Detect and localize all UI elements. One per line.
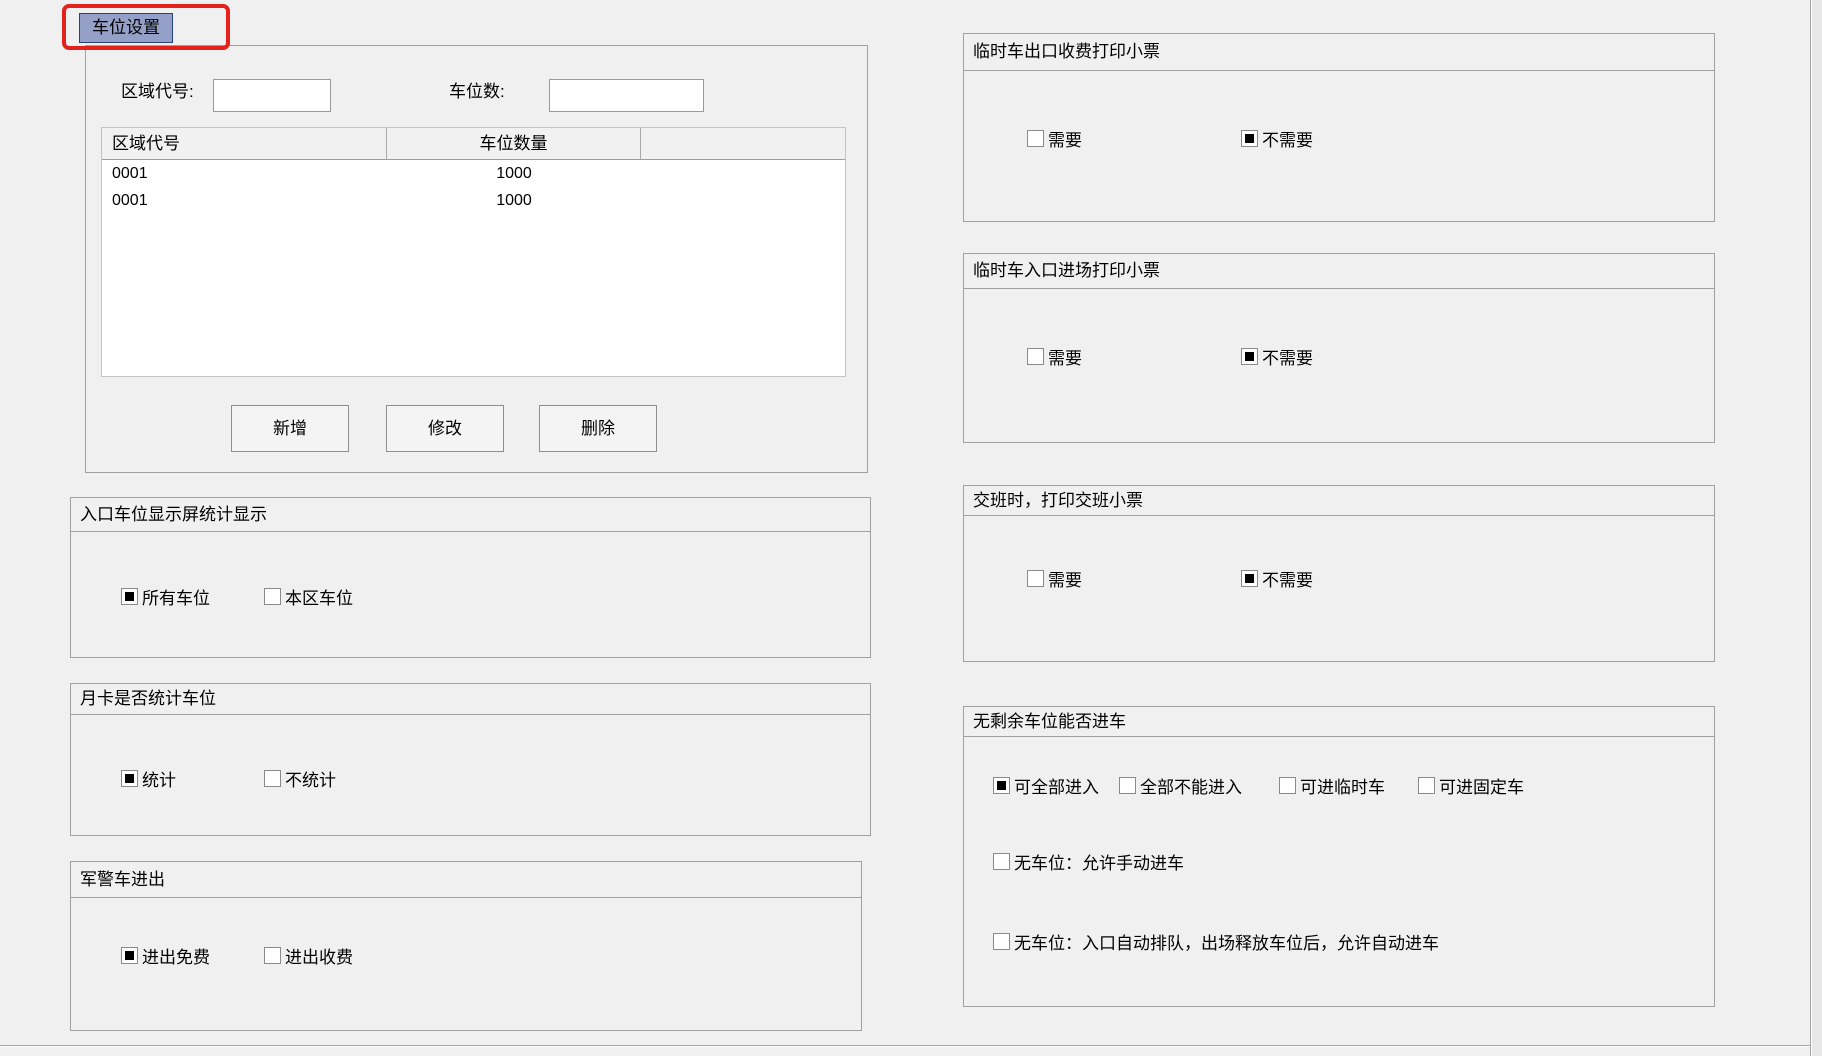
tab-parking-space-settings[interactable]: 车位设置 (79, 13, 173, 43)
checkbox-not-count[interactable] (264, 770, 281, 787)
area-code-panel: 区域代号: 车位数: 区域代号 车位数量 0001 1000 0001 1000… (85, 45, 868, 473)
area-code-table: 区域代号 车位数量 0001 1000 0001 1000 (101, 127, 846, 377)
option-all-can-enter[interactable]: 可全部进入 (993, 773, 1099, 798)
group-title: 无剩余车位能否进车 (964, 707, 1714, 737)
option-no-need[interactable]: 不需要 (1241, 344, 1313, 369)
option-label: 不需要 (1262, 566, 1313, 591)
option-label: 可全部进入 (1014, 773, 1099, 798)
option-label: 需要 (1048, 344, 1082, 369)
checkbox-all-can-enter[interactable] (993, 777, 1010, 794)
column-header-space-count[interactable]: 车位数量 (387, 128, 641, 160)
group-title: 军警车进出 (71, 862, 861, 898)
checkbox-charged-in-out[interactable] (264, 947, 281, 964)
option-temp-cars-can-enter[interactable]: 可进临时车 (1279, 773, 1385, 798)
option-label: 进出收费 (285, 943, 353, 968)
column-header-empty[interactable] (641, 128, 845, 160)
option-label: 可进临时车 (1300, 773, 1385, 798)
group-title: 月卡是否统计车位 (71, 684, 870, 715)
option-free-in-out[interactable]: 进出免费 (121, 943, 210, 968)
option-label: 不需要 (1262, 126, 1313, 151)
checkbox-count[interactable] (121, 770, 138, 787)
table-row[interactable]: 0001 1000 (102, 187, 845, 214)
option-label: 需要 (1048, 126, 1082, 151)
window-bottom-highlight (0, 1046, 1810, 1047)
group-title: 临时车出口收费打印小票 (964, 34, 1714, 71)
space-count-label: 车位数: (449, 77, 505, 102)
checkbox-fixed-cars-can-enter[interactable] (1418, 777, 1435, 794)
checkbox-need[interactable] (1027, 130, 1044, 147)
checkbox-all-spaces[interactable] (121, 588, 138, 605)
table-row[interactable]: 0001 1000 (102, 160, 845, 187)
option-manual-entry-allowed[interactable]: 无车位：允许手动进车 (993, 849, 1184, 874)
checkbox-free-in-out[interactable] (121, 947, 138, 964)
option-no-need[interactable]: 不需要 (1241, 126, 1313, 151)
option-need[interactable]: 需要 (1027, 126, 1082, 151)
group-title: 临时车入口进场打印小票 (964, 254, 1714, 289)
option-label: 无车位：入口自动排队，出场释放车位后，允许自动进车 (1014, 929, 1439, 954)
option-not-count[interactable]: 不统计 (264, 766, 336, 791)
option-charged-in-out[interactable]: 进出收费 (264, 943, 353, 968)
checkbox-no-need[interactable] (1241, 130, 1258, 147)
option-label: 无车位：允许手动进车 (1014, 849, 1184, 874)
checkbox-this-area-spaces[interactable] (264, 588, 281, 605)
military-police-group: 军警车进出 进出免费 进出收费 (70, 861, 862, 1031)
option-label: 统计 (142, 766, 176, 791)
option-need[interactable]: 需要 (1027, 566, 1082, 591)
option-this-area-spaces[interactable]: 本区车位 (264, 584, 353, 609)
area-code-label: 区域代号: (121, 77, 194, 102)
column-header-area-code[interactable]: 区域代号 (102, 128, 387, 160)
cell-area-code: 0001 (102, 160, 387, 187)
option-label: 需要 (1048, 566, 1082, 591)
option-all-spaces[interactable]: 所有车位 (121, 584, 210, 609)
add-button[interactable]: 新增 (231, 405, 349, 452)
checkbox-need[interactable] (1027, 348, 1044, 365)
option-none-can-enter[interactable]: 全部不能进入 (1119, 773, 1242, 798)
checkbox-temp-cars-can-enter[interactable] (1279, 777, 1296, 794)
cell-space-count: 1000 (387, 160, 641, 187)
delete-button[interactable]: 删除 (539, 405, 657, 452)
checkbox-need[interactable] (1027, 570, 1044, 587)
option-label: 本区车位 (285, 584, 353, 609)
option-label: 不需要 (1262, 344, 1313, 369)
option-need[interactable]: 需要 (1027, 344, 1082, 369)
option-no-need[interactable]: 不需要 (1241, 566, 1313, 591)
checkbox-no-need[interactable] (1241, 348, 1258, 365)
cell-area-code: 0001 (102, 187, 387, 214)
group-title: 交班时，打印交班小票 (964, 486, 1714, 516)
checkbox-no-need[interactable] (1241, 570, 1258, 587)
temp-exit-ticket-group: 临时车出口收费打印小票 需要 不需要 (963, 33, 1715, 222)
no-space-entry-group: 无剩余车位能否进车 可全部进入 全部不能进入 可进临时车 可进固定车 无车位：允… (963, 706, 1715, 1007)
cell-space-count: 1000 (387, 187, 641, 214)
option-label: 所有车位 (142, 584, 210, 609)
entry-display-group: 入口车位显示屏统计显示 所有车位 本区车位 (70, 497, 871, 658)
option-fixed-cars-can-enter[interactable]: 可进固定车 (1418, 773, 1524, 798)
checkbox-none-can-enter[interactable] (1119, 777, 1136, 794)
table-header-row: 区域代号 车位数量 (102, 128, 845, 160)
modify-button[interactable]: 修改 (386, 405, 504, 452)
temp-entry-ticket-group: 临时车入口进场打印小票 需要 不需要 (963, 253, 1715, 443)
area-code-input[interactable] (213, 79, 331, 112)
checkbox-manual-entry-allowed[interactable] (993, 853, 1010, 870)
group-title: 入口车位显示屏统计显示 (71, 498, 870, 532)
option-count[interactable]: 统计 (121, 766, 176, 791)
checkbox-auto-queue-entry[interactable] (993, 933, 1010, 950)
monthly-card-group: 月卡是否统计车位 统计 不统计 (70, 683, 871, 836)
option-label: 全部不能进入 (1140, 773, 1242, 798)
option-auto-queue-entry[interactable]: 无车位：入口自动排队，出场释放车位后，允许自动进车 (993, 929, 1439, 954)
shift-ticket-group: 交班时，打印交班小票 需要 不需要 (963, 485, 1715, 662)
option-label: 可进固定车 (1439, 773, 1524, 798)
option-label: 不统计 (285, 766, 336, 791)
space-count-input[interactable] (549, 79, 704, 112)
option-label: 进出免费 (142, 943, 210, 968)
window-right-margin (1811, 0, 1822, 1056)
